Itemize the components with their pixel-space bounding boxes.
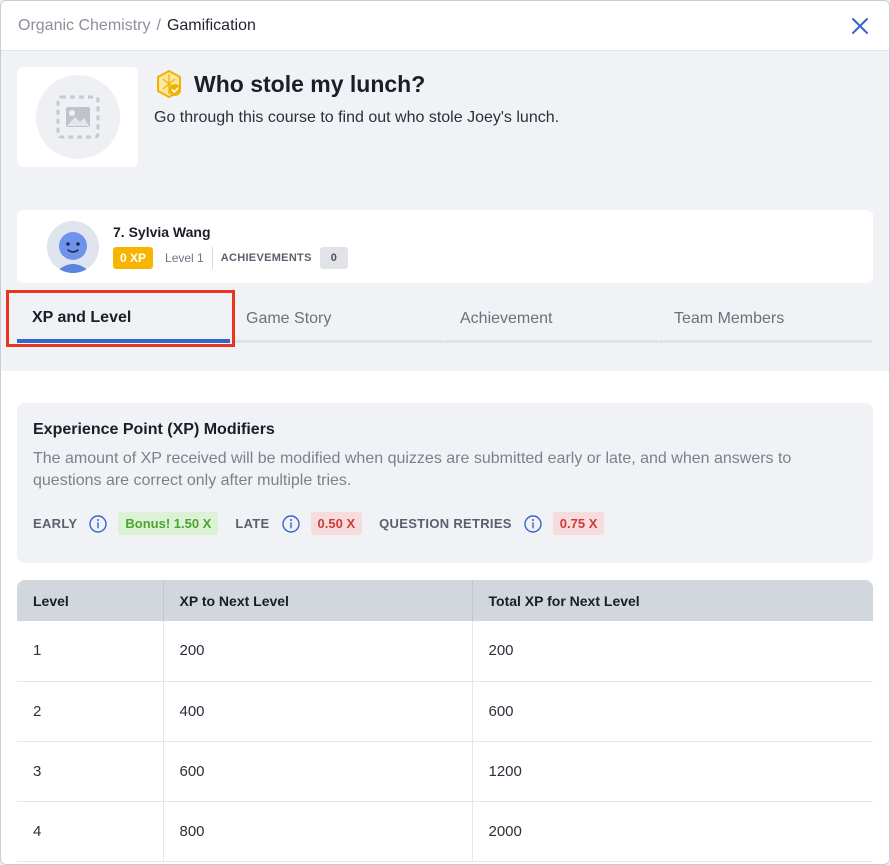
xp-modifiers-card: Experience Point (XP) Modifiers The amou… [17,403,873,563]
table-cell: 3 [17,741,164,802]
profile-card: 7. Sylvia Wang 0 XP Level 1 ACHIEVEMENTS… [17,210,873,283]
gamification-modal: Organic Chemistry / Gamification Who sto… [0,0,890,865]
profile-name: 7. Sylvia Wang [113,224,211,240]
table-row: 4 800 2000 [17,801,873,862]
modifiers-title: Experience Point (XP) Modifiers [33,421,275,438]
avatar-icon [47,220,99,273]
tab-game-story[interactable]: Game Story [231,297,444,343]
close-icon [852,17,868,34]
breadcrumb-parent[interactable]: Organic Chemistry [18,17,150,35]
level-table: Level XP to Next Level Total XP for Next… [17,580,873,862]
column-header-total-xp: Total XP for Next Level [472,580,873,621]
table-row: 1 200 200 [17,621,873,682]
tab-team-members[interactable]: Team Members [659,297,872,343]
level-label: Level 1 [165,247,213,269]
image-placeholder-icon [56,95,99,139]
course-description: Go through this course to find out who s… [154,109,560,126]
column-header-xp-to-next: XP to Next Level [163,580,473,621]
table-cell: 1 [17,621,164,682]
table-cell: 600 [472,681,873,742]
tab-bar: XP and Level Game Story Achievement Team… [6,290,873,347]
achievements-count: 0 [319,247,348,269]
late-info-icon[interactable] [281,514,300,533]
table-header-row: Level XP to Next Level Total XP for Next… [17,580,873,621]
table-cell: 200 [472,621,873,682]
late-label: LATE [235,516,270,531]
modal-header: Organic Chemistry / Gamification [1,1,889,51]
table-cell: 1200 [472,741,873,802]
course-title: Who stole my lunch? [194,70,426,97]
table-cell: 2 [17,681,164,742]
table-cell: 600 [163,741,473,802]
table-cell: 400 [163,681,473,742]
table-row: 3 600 1200 [17,741,873,802]
close-button[interactable] [848,14,872,38]
column-header-level: Level [17,580,164,621]
table-cell: 2000 [472,801,873,862]
late-modifier-value: 0.50 X [310,512,363,535]
table-cell: 4 [17,801,164,862]
early-info-icon[interactable] [89,514,108,533]
course-summary: Who stole my lunch? Go through this cour… [17,67,873,167]
table-cell: 200 [163,621,473,682]
breadcrumb-current: Gamification [166,16,256,34]
retries-info-icon[interactable] [524,514,542,533]
course-thumbnail [17,67,138,167]
tab-xp-and-level[interactable]: XP and Level [17,297,230,343]
early-label: EARLY [33,516,78,531]
table-row: 2 400 600 [17,681,873,742]
modifiers-description: The amount of XP received will be modifi… [33,450,792,489]
retries-modifier-value: 0.75 X [552,512,605,535]
achievement-badge-icon [157,69,181,99]
early-modifier-value: Bonus! 1.50 X [118,512,219,535]
avatar [47,220,99,273]
achievements-label: ACHIEVEMENTS [220,252,312,264]
table-cell: 800 [163,801,473,862]
tab-content: Experience Point (XP) Modifiers The amou… [1,371,889,862]
breadcrumb-separator: / [156,16,161,34]
course-header-area: Who stole my lunch? Go through this cour… [1,51,889,371]
retries-label: QUESTION RETRIES [379,516,512,531]
xp-badge: 0 XP [113,247,154,269]
tab-achievement[interactable]: Achievement [445,297,658,343]
modifiers-row: EARLY Bonus! 1.50 X LATE 0.50 X QUESTION… [33,512,857,535]
